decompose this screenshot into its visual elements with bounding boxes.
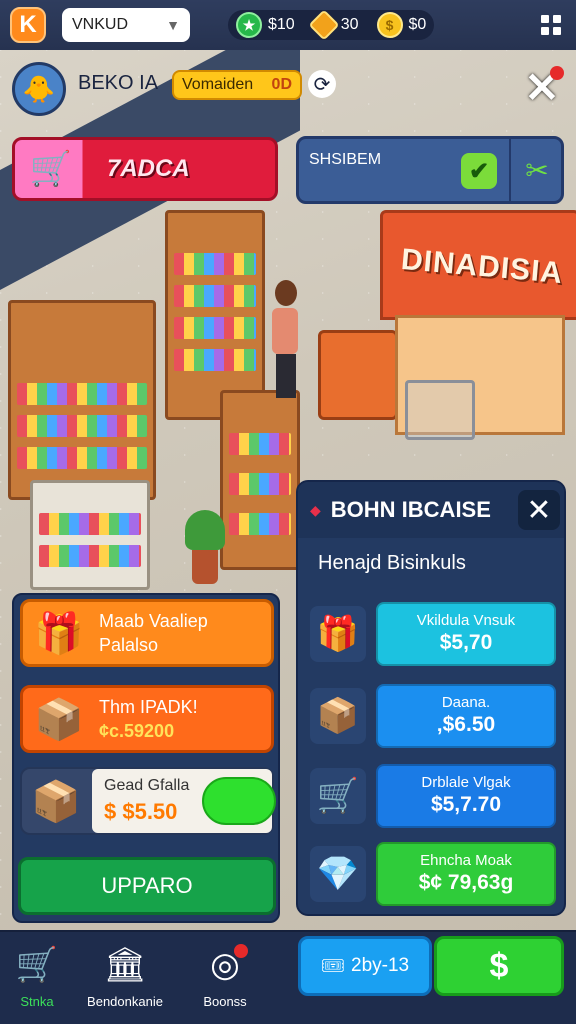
store-banner[interactable]: 🛒 7ADCA: [12, 137, 278, 201]
target-icon: ◎: [210, 946, 240, 984]
offer-toggle[interactable]: [202, 777, 276, 825]
buy-label: 2by-13: [351, 955, 410, 976]
building-icon: 🏛: [103, 946, 147, 984]
modal-title: BOHN IBCAISE: [330, 497, 491, 522]
gold-gem-icon: [308, 9, 340, 41]
store-cart-icon: 🛒: [15, 946, 59, 984]
pack-item: 🎁 Vkildula Vnsuk $5,70: [306, 602, 560, 666]
currency-bar: ★ $10 30 $ $0: [228, 9, 435, 41]
customer-character[interactable]: [272, 280, 300, 400]
notification-dot: [550, 66, 564, 80]
shop-modal: ◆ BOHN IBCAISE ✕ Henajd Bisinkuls 🎁 Vkil…: [296, 480, 566, 916]
offer-title: Gead Gfalla: [104, 777, 190, 794]
offers-panel: 🎁 Maab Vaaliep Palalso 📦 Thm IPADK! ¢c.5…: [12, 593, 280, 923]
potted-plant: [185, 510, 225, 590]
pack-item: 💎 Ehncha Moak $¢ 79,63g: [306, 842, 560, 906]
offer-price: ¢c.59200: [99, 721, 175, 741]
vip-badge[interactable]: Vomaiden 0D: [172, 70, 302, 100]
modal-subtitle: Henajd Bisinkuls: [318, 552, 466, 574]
logo-button[interactable]: K: [10, 7, 46, 43]
offer-title: Maab Vaaliep: [99, 611, 208, 631]
offer-card[interactable]: 📦 Thm IPADK! ¢c.59200: [20, 685, 274, 753]
blue-gift-box-icon: 🎁: [34, 611, 84, 656]
pack-buy-button[interactable]: Vkildula Vnsuk $5,70: [376, 602, 556, 666]
pack-price: $¢ 79,63g: [418, 871, 514, 894]
pack-name: Vkildula Vnsuk: [416, 612, 516, 629]
dropdown-value: VNKUD: [72, 16, 129, 33]
shopping-cart[interactable]: [405, 380, 475, 440]
promo-panel[interactable]: SHSIBEM ✔ ✂: [296, 136, 564, 204]
cardboard-box-icon: 📦: [34, 697, 84, 742]
currency-value: $0: [408, 16, 427, 33]
pack-price: ‚$6.50: [436, 713, 496, 736]
tools-icon[interactable]: ✂: [521, 153, 553, 187]
modal-close-icon[interactable]: ✕: [518, 490, 560, 530]
bird-mascot-icon: 🐥: [22, 73, 56, 104]
pack-name: Drblale Vlgak: [421, 774, 511, 791]
close-icon[interactable]: ✕: [520, 66, 564, 109]
dollar-icon: $: [489, 946, 509, 985]
orange-gift-icon: 🎁: [310, 606, 366, 662]
refresh-icon[interactable]: ⟳: [308, 70, 336, 98]
notification-dot: [234, 944, 248, 958]
vip-label: Vomaiden: [182, 76, 254, 93]
pack-buy-button[interactable]: Ehncha Moak $¢ 79,63g: [376, 842, 556, 906]
bottom-bar: 🛒 Stnka 🏛 Bendonkanie ◎ Boonss 🎟 2by-13 …: [0, 930, 576, 1024]
upgrade-button[interactable]: UPPARO: [18, 857, 276, 915]
chevron-down-icon: ▼: [166, 17, 180, 33]
menu-grid-icon[interactable]: [536, 10, 566, 40]
shelf-aisle[interactable]: [220, 390, 300, 570]
shopping-basket-icon: 🛒: [29, 150, 73, 188]
check-icon[interactable]: ✔: [461, 153, 497, 189]
ticket-icon: 🎟: [320, 956, 345, 977]
avatar[interactable]: 🐥: [12, 62, 66, 116]
vip-value: 0D: [271, 76, 292, 93]
star-gem-icon: ★: [236, 12, 262, 38]
offer-price: $ $5.50: [104, 799, 178, 824]
server-dropdown[interactable]: VNKUD ▼: [62, 8, 190, 42]
nav-label: Stnka: [20, 994, 54, 1009]
currency-value: 30: [340, 16, 359, 33]
pack-name: Ehncha Moak: [420, 852, 512, 869]
nav-label: Boonss: [203, 994, 247, 1009]
store-banner-label: 7ADCA: [107, 155, 190, 182]
pack-buy-button[interactable]: Daana. ‚$6.50: [376, 684, 556, 748]
display-table[interactable]: [30, 480, 150, 590]
pink-gem-box-icon: 💎: [310, 846, 366, 902]
checkout-counter[interactable]: [318, 330, 398, 420]
pack-price: $5,70: [439, 631, 493, 654]
currency-coin[interactable]: $ $0: [376, 12, 427, 38]
offer-subtitle: Palalso: [99, 635, 159, 655]
wooden-crate-icon: 📦: [310, 688, 366, 744]
package-box-icon: 📦: [31, 779, 81, 824]
currency-value: $10: [268, 16, 295, 33]
currency-star[interactable]: ★ $10: [236, 12, 295, 38]
pack-name: Daana.: [441, 694, 491, 711]
shopping-cart-icon: 🛒: [310, 768, 366, 824]
offer-card[interactable]: 📦 Gead Gfalla $ $5.50: [20, 767, 276, 835]
top-bar: K VNKUD ▼ ★ $10 30 $ $0: [0, 0, 576, 50]
nav-buildings[interactable]: 🏛 Bendonkanie: [80, 944, 170, 1009]
shelf-center[interactable]: [165, 210, 265, 420]
nav-label: Bendonkanie: [87, 994, 163, 1009]
currency-gold[interactable]: 30: [308, 9, 359, 41]
coin-icon: $: [376, 12, 403, 38]
offer-card[interactable]: 🎁 Maab Vaaliep Palalso: [20, 599, 274, 667]
ruby-icon: ◆: [310, 501, 321, 518]
buy-button[interactable]: 🎟 2by-13: [298, 936, 432, 996]
promo-label: SHSIBEM: [309, 151, 382, 168]
player-name: BEKO IA: [78, 72, 159, 94]
nav-store[interactable]: 🛒 Stnka: [0, 944, 82, 1009]
modal-header: ◆ BOHN IBCAISE ✕: [298, 482, 564, 538]
offer-title: Thm IPADK!: [99, 697, 198, 717]
pack-item: 📦 Daana. ‚$6.50: [306, 684, 560, 748]
pack-buy-button[interactable]: Drblale Vlgak $5,7.70: [376, 764, 556, 828]
nav-bonus[interactable]: ◎ Boonss: [180, 944, 270, 1009]
cash-button[interactable]: $: [434, 936, 564, 996]
divider: [509, 139, 511, 201]
pack-price: $5,7.70: [430, 793, 502, 816]
pack-item: 🛒 Drblale Vlgak $5,7.70: [306, 764, 560, 828]
shelf-left[interactable]: [8, 300, 156, 500]
